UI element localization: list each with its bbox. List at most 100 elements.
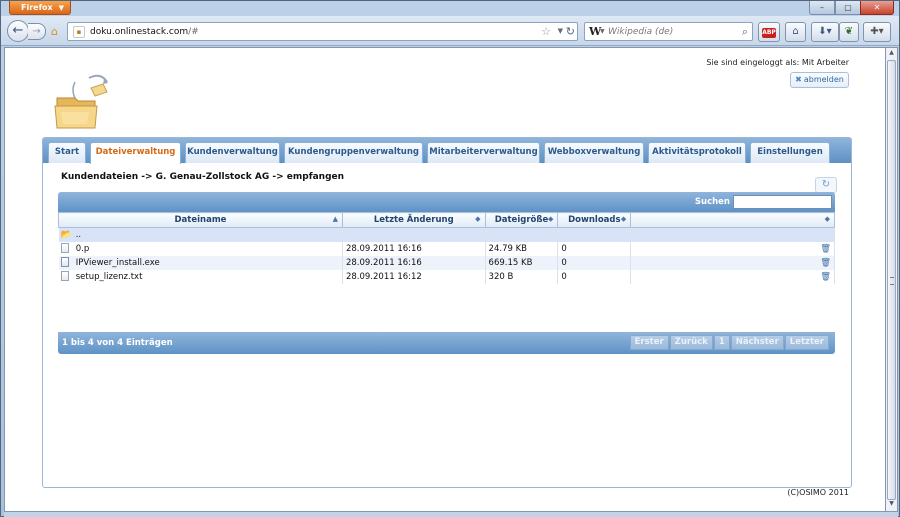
file-name[interactable]: IPViewer_install.exe [72,255,343,270]
tab-einstellungen[interactable]: Einstellungen [750,142,830,163]
file-icon [60,271,69,282]
tab-mitarbeiterverwaltung[interactable]: Mitarbeiterverwaltung [427,142,540,163]
column-header-downloads[interactable]: Downloads ◆ [557,212,632,228]
reload-icon[interactable]: ↻ [566,25,575,38]
sort-icon: ◆ [548,215,554,223]
tab-start[interactable]: Start [48,142,86,163]
minimize-button[interactable]: – [809,1,835,15]
file-name[interactable]: 0.p [72,241,343,256]
column-header-dateiname[interactable]: Dateiname ▲ [58,212,343,228]
grid-toolbar: Suchen [58,192,835,212]
page-first-button[interactable]: Erster [629,335,669,350]
delete-icon[interactable]: 🗑 [630,269,835,284]
copyright: (C)OSIMO 2011 [787,488,849,497]
downloads-button[interactable]: ⬇▾ [811,22,839,42]
column-label: Dateigröße [494,215,549,225]
delete-icon[interactable]: 🗑 [630,255,835,270]
navigation-toolbar: ← → ⌂ ▪ doku.onlinestack.com/# ☆ ▼ ↻ W ▼… [1,16,899,46]
sort-icon: ◆ [475,215,481,223]
file-icon [60,243,69,254]
page-viewport: Sie sind eingeloggt als: Mit Arbeiter ✖ a… [4,47,886,512]
adblock-button[interactable]: ABP [758,22,780,42]
parent-folder-row[interactable]: 📂 .. [58,227,835,242]
leaf-icon: ❦ [844,26,854,37]
close-window-button[interactable]: ✕ [860,1,894,15]
page-next-button[interactable]: Nächster [730,335,784,350]
column-label: Dateiname [174,215,227,225]
scroll-down-icon[interactable]: ▼ [887,500,896,510]
tab-kundengruppenverwaltung[interactable]: Kundengruppenverwaltung [284,142,423,163]
delete-icon[interactable]: 🗑 [630,241,835,256]
tab-kundenverwaltung[interactable]: Kundenverwaltung [185,142,280,163]
table-row[interactable]: IPViewer_install.exe 28.09.2011 16:16 66… [58,255,835,270]
tab-dateiverwaltung[interactable]: Dateiverwaltung [90,142,181,164]
column-header-letzte-aenderung[interactable]: Letzte Änderung ◆ [341,212,486,228]
bookmark-fav-icon[interactable]: ⌂ [51,25,58,38]
login-info: Sie sind eingeloggt als: Mit Arbeiter [706,58,849,67]
page-previous-button[interactable]: Zurück [669,335,713,350]
personas-button[interactable]: ❦ [839,22,859,42]
search-placeholder: Wikipedia (de) [608,27,674,37]
extensions-button[interactable]: ✚▾ [863,22,891,42]
sort-icon: ◆ [620,215,627,223]
forward-button[interactable]: → [28,23,46,40]
file-modified: 28.09.2011 16:12 [342,269,486,284]
file-modified: 28.09.2011 16:16 [342,255,486,270]
grid-search-input[interactable] [733,195,832,209]
bookmark-star-icon[interactable]: ☆ [541,25,551,38]
file-size: 24.79 KB [485,241,559,256]
folder-logo-icon [54,74,108,129]
parent-folder-name[interactable]: .. [72,227,343,242]
pagination: Erster Zurück 1 Nächster Letzter [629,335,829,350]
adblock-icon: ABP [762,28,776,38]
logout-label: abmelden [803,75,844,84]
logout-button[interactable]: ✖ abmelden [790,72,849,88]
history-dropdown-icon[interactable]: ▼ [558,27,563,35]
search-icon[interactable]: ⌕ [742,25,748,39]
vertical-scrollbar[interactable]: ▲ ▼ [886,47,898,512]
firefox-menu-label: Firefox [21,3,53,12]
sort-icon: ◆ [824,215,830,223]
scroll-up-icon[interactable]: ▲ [887,49,896,59]
site-identity-icon[interactable]: ▪ [73,26,85,38]
file-table: Dateiname ▲ Letzte Änderung ◆ Dateigröße ◆ … [58,212,835,284]
breadcrumb: Kundendateien -> G. Genau-Zollstock AG -… [61,172,345,182]
column-label: Downloads [568,215,621,225]
table-row[interactable]: setup_lizenz.txt 28.09.2011 16:12 320 B … [58,269,835,284]
scrollbar-thumb[interactable] [887,60,896,500]
file-size: 320 B [485,269,559,284]
back-button[interactable]: ← [7,20,29,42]
file-size: 669.15 KB [485,255,559,270]
file-icon [60,257,69,268]
search-engine-dropdown-icon[interactable]: ▼ [600,28,605,35]
file-name[interactable]: setup_lizenz.txt [72,269,343,284]
file-downloads: 0 [557,255,632,270]
search-label: Suchen [694,197,730,207]
home-button[interactable]: ⌂ [785,22,806,42]
puzzle-icon: ✚▾ [870,26,884,37]
column-label: Letzte Änderung [373,215,454,225]
close-icon: ✖ [795,75,802,84]
maximize-button[interactable]: ▢ [835,1,861,15]
sort-asc-icon: ▲ [332,215,338,223]
firefox-menu-button[interactable]: Firefox ▼ [9,1,71,15]
address-bar[interactable]: ▪ doku.onlinestack.com/# ☆ ▼ ↻ [67,22,578,41]
title-bar: Firefox ▼ – ▢ ✕ [1,1,899,15]
tab-webboxverwaltung[interactable]: Webboxverwaltung [544,142,644,163]
page-last-button[interactable]: Letzter [784,335,829,350]
column-header-actions[interactable]: ◆ [630,212,835,228]
file-downloads: 0 [557,241,632,256]
table-row[interactable]: 0.p 28.09.2011 16:16 24.79 KB 0 🗑 [58,241,835,256]
chevron-down-icon: ▼ [58,4,64,12]
file-modified: 28.09.2011 16:16 [342,241,486,256]
address-text[interactable]: doku.onlinestack.com/# [90,27,199,37]
page-number-button[interactable]: 1 [713,335,730,350]
search-bar[interactable]: W ▼ Wikipedia (de) ⌕ [584,22,753,41]
column-header-dateigroesse[interactable]: Dateigröße ◆ [484,212,559,228]
refresh-icon: ↻ [821,179,831,190]
url-path: /# [188,27,199,37]
browser-window: Firefox ▼ – ▢ ✕ ← → ⌂ ▪ doku.onlinestack.… [0,0,900,517]
status-bar [4,512,898,517]
tab-aktivitaetsprotokoll[interactable]: Aktivitätsprotokoll [648,142,746,163]
refresh-button[interactable]: ↻ [815,177,837,193]
